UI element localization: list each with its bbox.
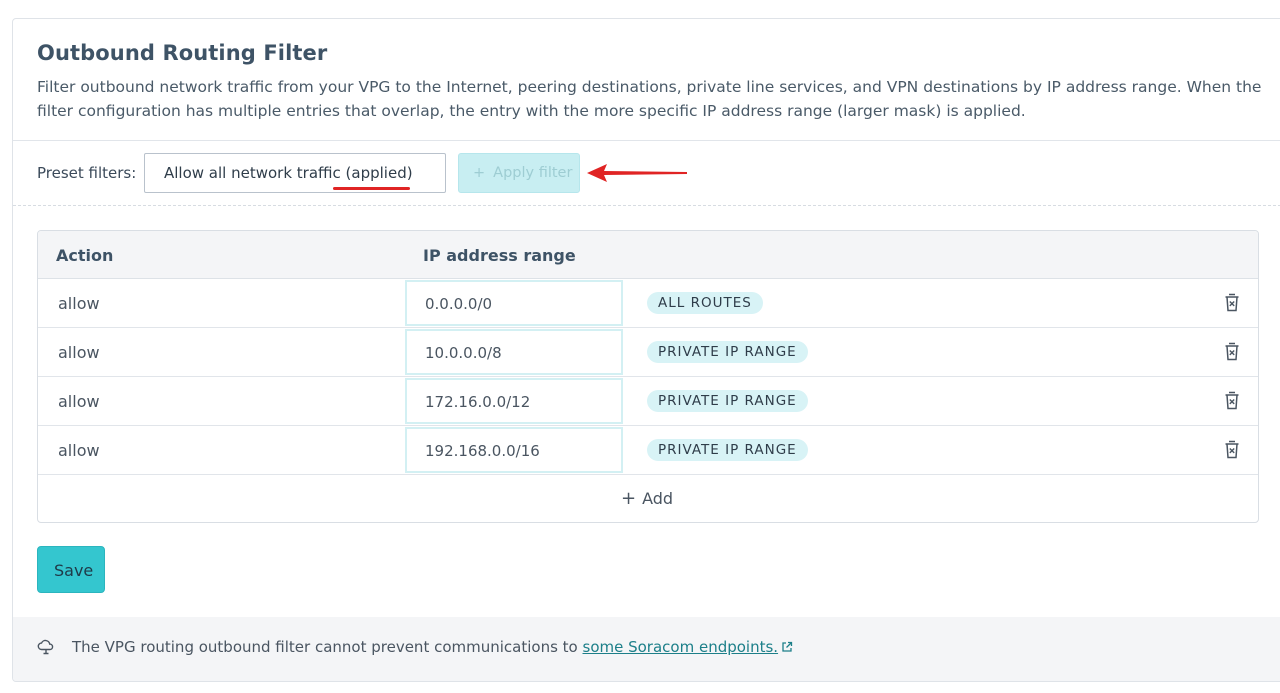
action-cell: allow <box>58 441 100 460</box>
plus-icon: + <box>473 165 486 181</box>
add-row: + Add <box>38 475 1258 521</box>
ip-range-input[interactable]: 0.0.0.0/0 <box>405 280 623 326</box>
column-header-action: Action <box>56 246 114 265</box>
red-arrow-icon <box>587 164 687 182</box>
table-row: allow 192.168.0.0/16 PRIVATE IP RANGE <box>38 426 1258 475</box>
route-badge: ALL ROUTES <box>647 292 763 314</box>
preset-filters-label: Preset filters: <box>37 164 137 182</box>
action-cell: allow <box>58 343 100 362</box>
annotation-underline <box>333 187 410 190</box>
dashed-divider <box>13 205 1280 206</box>
apply-filter-button[interactable]: + Apply filter <box>458 153 580 193</box>
trash-icon[interactable] <box>1224 440 1240 459</box>
route-badge: PRIVATE IP RANGE <box>647 439 808 461</box>
outbound-routing-filter-panel: Outbound Routing Filter Filter outbound … <box>12 18 1280 682</box>
table-header: Action IP address range <box>38 231 1258 279</box>
preset-selected-text: Allow all network traffic <box>164 164 346 182</box>
table-row: allow 10.0.0.0/8 PRIVATE IP RANGE <box>38 328 1258 377</box>
cloud-icon <box>37 639 54 655</box>
external-link-icon <box>782 641 793 652</box>
divider <box>13 140 1280 141</box>
trash-icon[interactable] <box>1224 342 1240 361</box>
column-header-ip-range: IP address range <box>423 246 576 265</box>
apply-filter-label: Apply filter <box>493 165 573 181</box>
table-row: allow 172.16.0.0/12 PRIVATE IP RANGE <box>38 377 1258 426</box>
trash-icon[interactable] <box>1224 391 1240 410</box>
ip-range-input[interactable]: 172.16.0.0/12 <box>405 378 623 424</box>
ip-range-input[interactable]: 10.0.0.0/8 <box>405 329 623 375</box>
plus-icon: + <box>621 488 637 509</box>
save-button[interactable]: Save <box>37 546 105 593</box>
section-title: Outbound Routing Filter <box>37 41 328 65</box>
footer-note: The VPG routing outbound filter cannot p… <box>13 617 1280 681</box>
route-badge: PRIVATE IP RANGE <box>647 341 808 363</box>
ip-range-input[interactable]: 192.168.0.0/16 <box>405 427 623 473</box>
footer-text: The VPG routing outbound filter cannot p… <box>72 638 793 656</box>
action-cell: allow <box>58 392 100 411</box>
add-entry-button[interactable]: + Add <box>621 488 673 509</box>
filter-table: Action IP address range allow 0.0.0.0/0 … <box>37 230 1259 523</box>
add-label: Add <box>642 489 674 508</box>
action-cell: allow <box>58 294 100 313</box>
footer-message: The VPG routing outbound filter cannot p… <box>72 638 583 656</box>
trash-icon[interactable] <box>1224 293 1240 312</box>
route-badge: PRIVATE IP RANGE <box>647 390 808 412</box>
soracom-endpoints-link[interactable]: some Soracom endpoints. <box>583 638 779 656</box>
table-row: allow 0.0.0.0/0 ALL ROUTES <box>38 279 1258 328</box>
preset-applied-text: (applied) <box>345 164 413 182</box>
section-description: Filter outbound network traffic from you… <box>37 78 1262 120</box>
